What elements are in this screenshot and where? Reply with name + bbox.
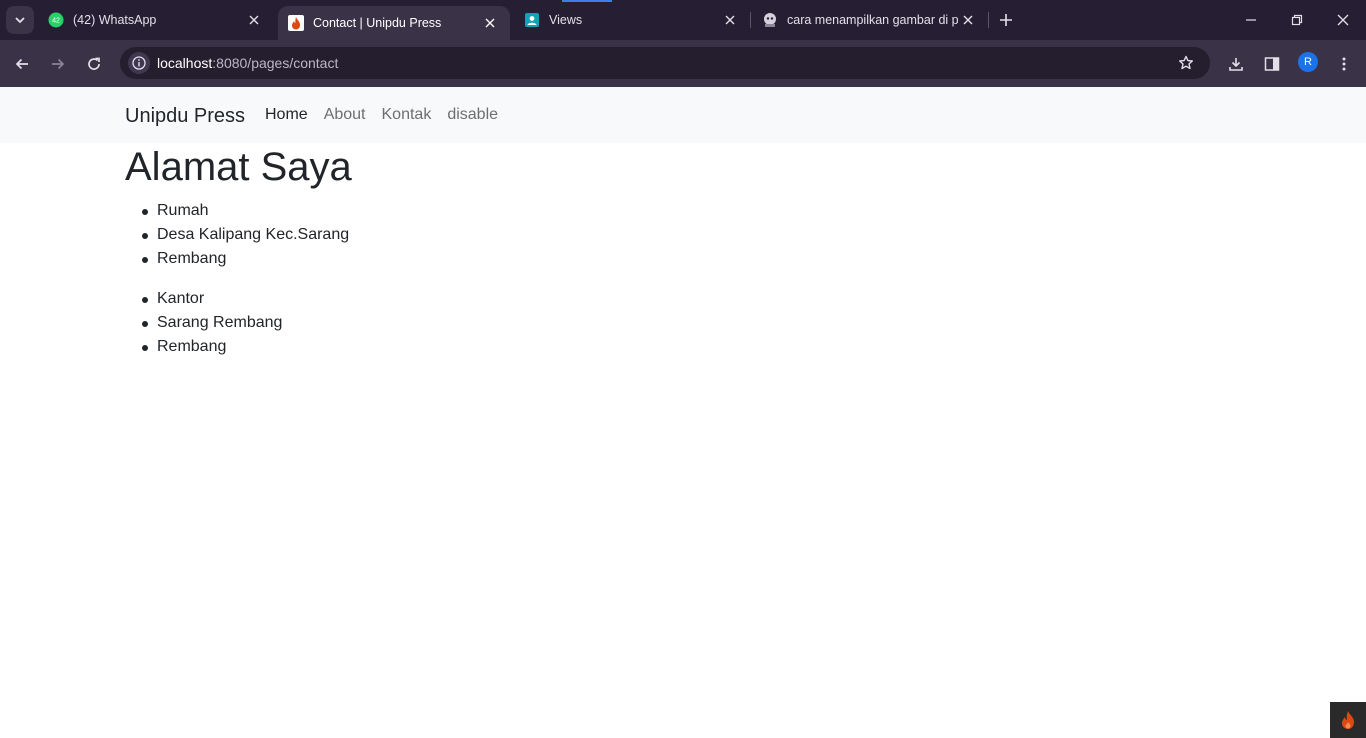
close-tab-icon[interactable] bbox=[480, 13, 500, 33]
new-tab-button[interactable] bbox=[996, 10, 1016, 30]
close-tab-icon[interactable] bbox=[958, 10, 978, 30]
tab-strip: 42 (42) WhatsApp Contact | Unipdu Press … bbox=[0, 0, 1366, 40]
list-item: Kantor bbox=[125, 287, 282, 311]
reload-icon bbox=[88, 57, 100, 70]
profile-avatar[interactable]: R bbox=[1298, 52, 1318, 72]
tab-title: (42) WhatsApp bbox=[73, 13, 157, 27]
minimize-button[interactable] bbox=[1239, 8, 1263, 32]
address-bar[interactable]: localhost:8080/pages/contact bbox=[120, 47, 1210, 79]
tab-title: Views bbox=[549, 13, 583, 27]
site-info-button[interactable] bbox=[128, 52, 150, 74]
tab-views[interactable]: Views bbox=[514, 0, 750, 40]
page-title: Alamat Saya bbox=[125, 145, 352, 189]
back-button[interactable] bbox=[10, 52, 34, 76]
nav-link-about[interactable]: About bbox=[324, 106, 366, 124]
ghost-avatar-icon bbox=[762, 12, 778, 28]
home-address-list: Rumah Desa Kalipang Kec.Sarang Rembang bbox=[125, 199, 349, 271]
codeigniter-flame-icon bbox=[1342, 711, 1354, 729]
info-icon bbox=[132, 56, 146, 70]
site-navbar: Unipdu Press Home About Kontak disable bbox=[0, 87, 1366, 143]
url-path: :8080/pages/contact bbox=[212, 55, 339, 71]
tab-whatsapp[interactable]: 42 (42) WhatsApp bbox=[38, 0, 274, 40]
close-icon bbox=[1337, 14, 1349, 26]
arrow-right-icon bbox=[52, 58, 65, 70]
whatsapp-badge: 42 bbox=[52, 18, 60, 25]
nav-link-disable[interactable]: disable bbox=[447, 106, 498, 124]
list-item: Rembang bbox=[125, 247, 349, 271]
nav-link-home[interactable]: Home bbox=[265, 106, 308, 124]
tab-search-button[interactable] bbox=[6, 6, 34, 34]
reload-button[interactable] bbox=[82, 52, 106, 76]
forward-button[interactable] bbox=[46, 52, 70, 76]
bookmark-button[interactable] bbox=[1176, 53, 1196, 73]
url-host: localhost bbox=[157, 55, 213, 71]
chevron-down-icon bbox=[15, 17, 25, 24]
menu-button[interactable] bbox=[1332, 52, 1356, 76]
star-icon bbox=[1179, 55, 1193, 70]
tab-title: cara menampilkan gambar di pl bbox=[787, 13, 958, 27]
url-text: localhost:8080/pages/contact bbox=[157, 55, 338, 71]
office-address-list: Kantor Sarang Rembang Rembang bbox=[125, 287, 282, 359]
list-item: Sarang Rembang bbox=[125, 311, 282, 335]
contact-card-icon bbox=[524, 12, 540, 28]
codeigniter-flame-icon bbox=[288, 15, 304, 31]
list-item: Rembang bbox=[125, 335, 282, 359]
side-panel-icon bbox=[1264, 57, 1280, 71]
tab-separator bbox=[988, 12, 989, 28]
list-item: Rumah bbox=[125, 199, 349, 223]
restore-button[interactable] bbox=[1285, 8, 1309, 32]
download-icon bbox=[1229, 58, 1243, 71]
arrow-left-icon bbox=[15, 58, 28, 70]
tab-title: Contact | Unipdu Press bbox=[313, 16, 442, 30]
page-viewport: Unipdu Press Home About Kontak disable A… bbox=[0, 87, 1366, 738]
kebab-menu-icon bbox=[1342, 57, 1346, 71]
tab-search-result[interactable]: cara menampilkan gambar di pl bbox=[752, 0, 988, 40]
nav-link-kontak[interactable]: Kontak bbox=[382, 106, 432, 124]
downloads-button[interactable] bbox=[1224, 52, 1248, 76]
close-window-button[interactable] bbox=[1331, 8, 1355, 32]
tab-separator bbox=[750, 12, 751, 28]
browser-toolbar: localhost:8080/pages/contact R bbox=[0, 40, 1366, 87]
navbar-brand[interactable]: Unipdu Press bbox=[125, 105, 245, 128]
restore-icon bbox=[1291, 14, 1303, 26]
side-panel-button[interactable] bbox=[1260, 52, 1284, 76]
close-tab-icon[interactable] bbox=[244, 10, 264, 30]
whatsapp-icon: 42 bbox=[48, 12, 64, 28]
plus-icon bbox=[1000, 14, 1012, 26]
minimize-icon bbox=[1246, 19, 1256, 21]
debug-toolbar-toggle[interactable] bbox=[1330, 702, 1366, 738]
close-tab-icon[interactable] bbox=[720, 10, 740, 30]
nav-links: Home About Kontak disable bbox=[265, 106, 514, 124]
tab-contact[interactable]: Contact | Unipdu Press bbox=[278, 6, 510, 40]
list-item: Desa Kalipang Kec.Sarang bbox=[125, 223, 349, 247]
